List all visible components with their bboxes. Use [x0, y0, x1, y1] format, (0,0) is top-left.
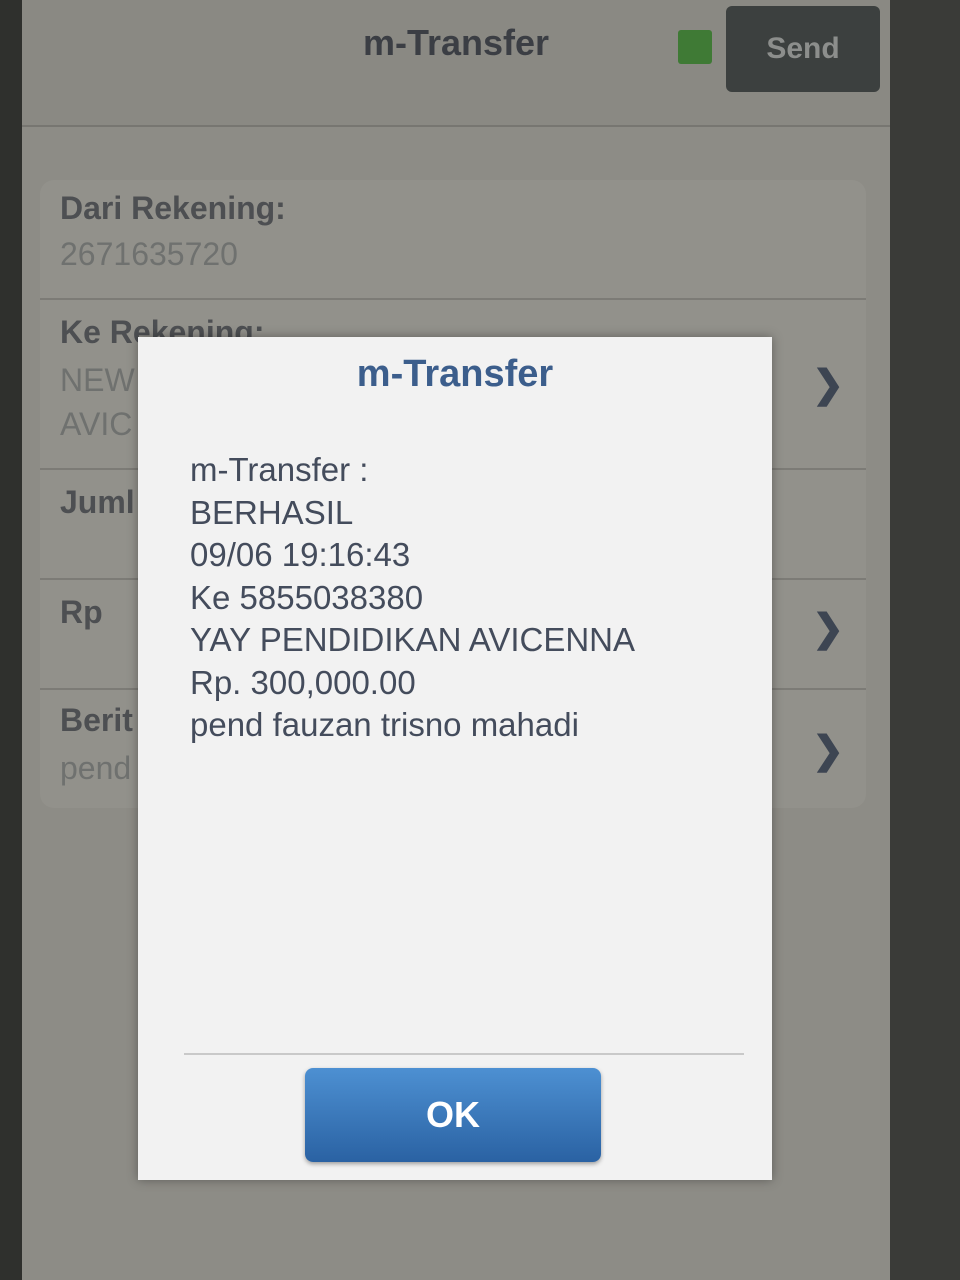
message-line-destination: Ke 5855038380: [190, 578, 424, 616]
from-account-row[interactable]: Dari Rekening: 2671635720: [40, 180, 866, 300]
chevron-right-icon: ❯: [812, 730, 844, 772]
chevron-right-icon: ❯: [812, 364, 844, 406]
from-account-label: Dari Rekening:: [60, 190, 286, 226]
device-frame-left: [0, 0, 22, 1280]
device-frame-right: [890, 0, 960, 1280]
message-line-recipient: YAY PENDIDIKAN AVICENNA: [190, 621, 636, 658]
result-dialog: m-Transfer m-Transfer : BERHASIL 09/06 1…: [138, 337, 772, 1180]
to-account-value-line2: AVIC: [60, 406, 133, 442]
dialog-message: m-Transfer : BERHASIL 09/06 19:16:43 Ke …: [190, 449, 635, 747]
currency-label: Rp: [60, 594, 103, 630]
message-label: Berit: [60, 702, 133, 738]
message-line-amount: Rp. 300,000.00: [190, 663, 416, 701]
send-button[interactable]: Send: [726, 6, 880, 92]
from-account-value: 2671635720: [60, 236, 238, 272]
ok-button[interactable]: OK: [305, 1068, 601, 1162]
dialog-title: m-Transfer: [356, 353, 554, 395]
message-line-note: pend fauzan trisno mahadi: [190, 706, 579, 743]
to-account-value-line1: NEW: [60, 362, 135, 398]
message-value: pend: [60, 750, 132, 786]
status-indicator-icon: [678, 30, 712, 64]
dialog-divider: [184, 1053, 744, 1055]
app-header: m-Transfer Send: [22, 0, 890, 127]
chevron-right-icon: ❯: [812, 608, 844, 650]
message-line-status: BERHASIL: [190, 493, 354, 531]
amount-label: Juml: [60, 484, 135, 520]
message-line-datetime: 09/06 19:16:43: [190, 536, 411, 573]
message-line-heading: m-Transfer :: [190, 451, 369, 488]
